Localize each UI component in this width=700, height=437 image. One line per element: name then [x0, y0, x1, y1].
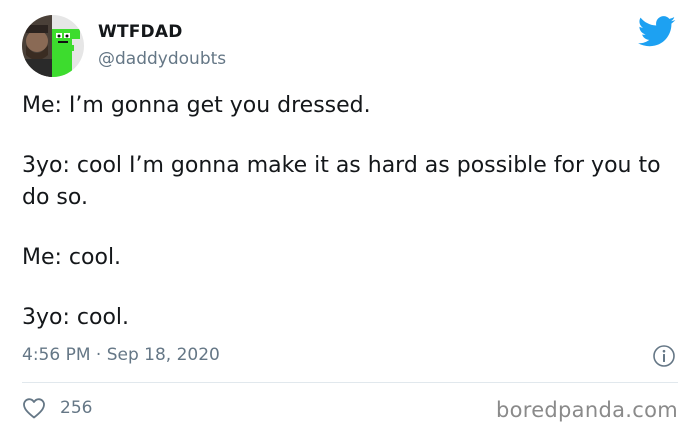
site-watermark: boredpanda.com — [495, 398, 678, 422]
tweet-line: 3yo: cool. — [22, 305, 130, 330]
tweet-line: 3yo: cool I’m gonna make it as hard as p… — [22, 153, 661, 210]
avatar[interactable] — [22, 15, 84, 77]
author-display-name[interactable]: WTFDAD — [98, 21, 226, 43]
tweet-line: Me: cool. — [22, 245, 122, 270]
heart-icon[interactable] — [22, 397, 46, 419]
author-block: WTFDAD @daddydoubts — [98, 21, 226, 70]
like-count: 256 — [60, 398, 93, 418]
divider — [22, 382, 678, 383]
tweet-actions: 256 — [22, 397, 92, 419]
tweet-timestamp[interactable]: 4:56 PM · Sep 18, 2020 — [22, 344, 220, 366]
tweet-card: WTFDAD @daddydoubts Me: I’m gonna get yo… — [0, 0, 700, 437]
author-handle[interactable]: @daddydoubts — [98, 48, 226, 70]
info-icon[interactable] — [652, 344, 676, 368]
twitter-bird-icon[interactable] — [637, 16, 676, 48]
tweet-line: Me: I’m gonna get you dressed. — [22, 93, 371, 118]
tweet-text: Me: I’m gonna get you dressed. 3yo: cool… — [22, 90, 672, 362]
avatar-image — [22, 15, 84, 77]
